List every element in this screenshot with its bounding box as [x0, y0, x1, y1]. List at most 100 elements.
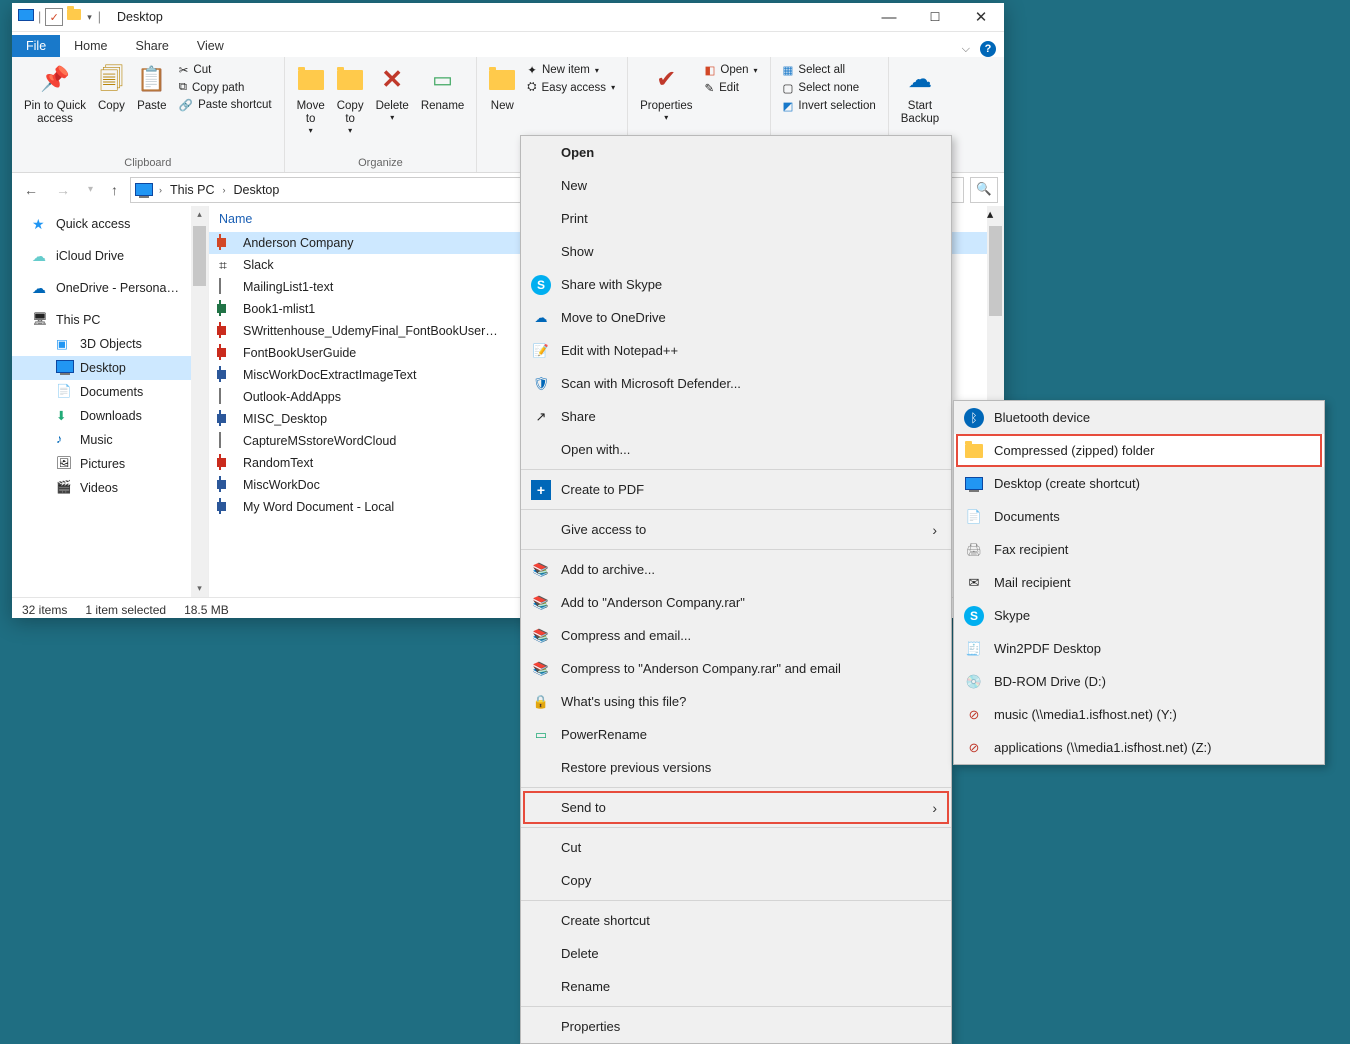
ctx-powerrename[interactable]: ▭PowerRename [521, 718, 951, 751]
invert-selection-button[interactable]: ◩Invert selection [779, 97, 880, 115]
sendto-documents[interactable]: 📄Documents [954, 500, 1324, 533]
nav-this-pc[interactable]: 🖥This PC [12, 308, 208, 332]
file-type-icon [219, 477, 235, 493]
ctx-scan-defender[interactable]: 🛡Scan with Microsoft Defender... [521, 367, 951, 400]
new-item-button[interactable]: ✦New item ▾ [523, 61, 619, 79]
tab-file[interactable]: File [12, 35, 60, 57]
nav-pictures[interactable]: 🖼Pictures [12, 452, 208, 476]
sendto-mail[interactable]: ✉Mail recipient [954, 566, 1324, 599]
forward-button[interactable]: → [50, 182, 76, 198]
select-all-button[interactable]: ▦Select all [779, 61, 880, 79]
ctx-restore-versions[interactable]: Restore previous versions [521, 751, 951, 784]
ribbon-tabs: File Home Share View ⌵ ? [12, 32, 1004, 57]
ctx-share[interactable]: ↗Share [521, 400, 951, 433]
ctx-print[interactable]: Print [521, 202, 951, 235]
start-backup-button[interactable]: ☁Start Backup [895, 61, 945, 128]
properties-button[interactable]: ✔Properties▾ [634, 61, 698, 124]
file-name: MiscWorkDocExtractImageText [243, 368, 416, 382]
sendto-skype[interactable]: SSkype [954, 599, 1324, 632]
open-button[interactable]: ◧Open ▾ [701, 61, 762, 79]
ctx-properties[interactable]: Properties [521, 1010, 951, 1043]
qat-checkbox-icon[interactable]: ✓ [45, 8, 63, 26]
ctx-move-onedrive[interactable]: ☁Move to OneDrive [521, 301, 951, 334]
breadcrumb-desktop[interactable]: Desktop [231, 183, 281, 197]
new-folder-button[interactable]: New [483, 61, 521, 115]
back-button[interactable]: ← [18, 182, 44, 198]
nav-quick-access[interactable]: ★Quick access [12, 212, 208, 236]
up-button[interactable]: ↑ [105, 182, 124, 198]
qat-dropdown-icon[interactable] [67, 9, 83, 25]
nav-desktop[interactable]: Desktop [12, 356, 208, 380]
move-to-button[interactable]: Move to▾ [291, 61, 331, 138]
file-type-icon [219, 499, 235, 515]
sendto-net-music[interactable]: ⊘music (\\media1.isfhost.net) (Y:) [954, 698, 1324, 731]
cloud-icon: ☁ [32, 248, 48, 264]
tab-share[interactable]: Share [122, 35, 183, 57]
ctx-create-pdf[interactable]: +Create to PDF [521, 473, 951, 506]
ribbon-collapse-icon[interactable]: ⌵ [962, 43, 970, 56]
tab-view[interactable]: View [183, 35, 238, 57]
sendto-bluetooth[interactable]: ᛒBluetooth device [954, 401, 1324, 434]
sendto-zip[interactable]: Compressed (zipped) folder [954, 434, 1324, 467]
nav-3d-objects[interactable]: ▣3D Objects [12, 332, 208, 356]
ctx-show[interactable]: Show [521, 235, 951, 268]
sendto-desktop-shortcut[interactable]: Desktop (create shortcut) [954, 467, 1324, 500]
ctx-add-rar[interactable]: 📚Add to "Anderson Company.rar" [521, 586, 951, 619]
bluetooth-icon: ᛒ [964, 408, 984, 428]
tab-home[interactable]: Home [60, 35, 121, 57]
ctx-rename[interactable]: Rename [521, 970, 951, 1003]
ctx-compress-email[interactable]: 📚Compress and email... [521, 619, 951, 652]
3d-icon: ▣ [56, 336, 72, 352]
desktop-icon [56, 360, 72, 376]
nav-documents[interactable]: 📄Documents [12, 380, 208, 404]
nav-scrollbar[interactable]: ▴▾ [191, 206, 208, 597]
sendto-net-apps[interactable]: ⊘applications (\\media1.isfhost.net) (Z:… [954, 731, 1324, 764]
close-button[interactable]: ✕ [958, 3, 1004, 31]
breadcrumb-pc[interactable]: This PC [168, 183, 216, 197]
ctx-share-skype[interactable]: SShare with Skype [521, 268, 951, 301]
delete-button[interactable]: ✕Delete▾ [370, 61, 415, 124]
maximize-button[interactable]: ☐ [912, 3, 958, 31]
recent-locations-button[interactable]: ▾ [82, 184, 99, 195]
navigation-pane: ★Quick access ☁iCloud Drive ☁OneDrive - … [12, 206, 209, 597]
copy-to-button[interactable]: Copy to▾ [331, 61, 370, 138]
ctx-add-archive[interactable]: 📚Add to archive... [521, 553, 951, 586]
ctx-delete[interactable]: Delete [521, 937, 951, 970]
nav-videos[interactable]: 🎬Videos [12, 476, 208, 500]
nav-music[interactable]: ♪Music [12, 428, 208, 452]
ctx-send-to[interactable]: Send to› [521, 791, 951, 824]
ctx-whats-using[interactable]: 🔒What's using this file? [521, 685, 951, 718]
minimize-button[interactable]: — [866, 3, 912, 31]
copy-path-button[interactable]: ⧉Copy path [175, 79, 276, 96]
ctx-cut[interactable]: Cut [521, 831, 951, 864]
ctx-open[interactable]: Open [521, 136, 951, 169]
sendto-fax[interactable]: 🖨Fax recipient [954, 533, 1324, 566]
select-none-button[interactable]: ▢Select none [779, 79, 880, 97]
ctx-give-access[interactable]: Give access to› [521, 513, 951, 546]
ctx-new[interactable]: New [521, 169, 951, 202]
copy-button[interactable]: 🗐Copy [92, 61, 131, 115]
search-button[interactable]: 🔍 [970, 177, 998, 203]
nav-onedrive[interactable]: ☁OneDrive - Persona… [12, 276, 208, 300]
help-icon[interactable]: ? [980, 41, 996, 57]
nav-downloads[interactable]: ⬇Downloads [12, 404, 208, 428]
rename-button[interactable]: ▭Rename [415, 61, 470, 115]
easy-access-button[interactable]: ⛭Easy access ▾ [523, 79, 619, 96]
nav-icloud[interactable]: ☁iCloud Drive [12, 244, 208, 268]
pin-to-quick-access-button[interactable]: 📌Pin to Quick access [18, 61, 92, 128]
ctx-copy[interactable]: Copy [521, 864, 951, 897]
ctx-create-shortcut[interactable]: Create shortcut [521, 904, 951, 937]
ctx-open-with[interactable]: Open with... [521, 433, 951, 466]
qat-overflow[interactable]: ▾ [87, 12, 92, 23]
edit-button[interactable]: ✎Edit [701, 79, 762, 97]
cut-button[interactable]: ✂Cut [175, 61, 276, 79]
edit-icon: ✎ [705, 81, 715, 95]
ctx-edit-notepadpp[interactable]: 📝Edit with Notepad++ [521, 334, 951, 367]
send-to-submenu: ᛒBluetooth device Compressed (zipped) fo… [953, 400, 1325, 765]
paste-button[interactable]: 📋Paste [131, 61, 173, 115]
sendto-win2pdf[interactable]: 🧾Win2PDF Desktop [954, 632, 1324, 665]
ctx-compress-rar-email[interactable]: 📚Compress to "Anderson Company.rar" and … [521, 652, 951, 685]
paste-shortcut-button[interactable]: 🔗Paste shortcut [175, 96, 276, 114]
sendto-bdrom[interactable]: 💿BD-ROM Drive (D:) [954, 665, 1324, 698]
invert-icon: ◩ [783, 99, 794, 113]
